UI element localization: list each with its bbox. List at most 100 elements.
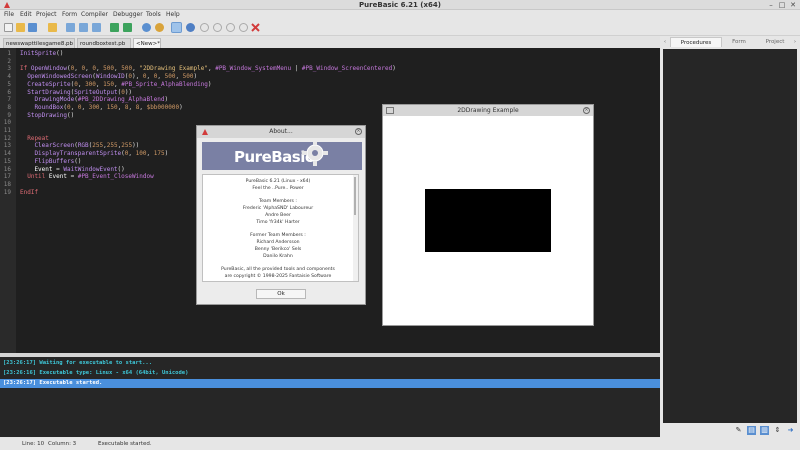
kill-program-icon[interactable] [251,23,260,32]
line-number: 7 [7,96,11,104]
about-text-line: Frederic 'AlphaSND' Laboureur [242,206,314,212]
code-token: RGB [77,142,89,150]
output-line[interactable]: [23:26:17] Waiting for executable to sta… [0,359,660,368]
close-icon[interactable]: ✕ [788,0,798,10]
menu-project[interactable]: Project [36,10,57,20]
code-token: 150 [103,80,114,88]
code-token: InitSprite [20,50,57,57]
code-token: Until [20,173,49,181]
code-token: #PB_2DDrawing_AlphaBlend [77,96,165,104]
step-icon[interactable] [186,23,195,32]
paste-icon[interactable] [92,23,101,32]
stop-icon[interactable] [171,22,182,33]
code-token: ) [164,96,169,104]
code-token: () [66,111,75,119]
code-token: , [139,103,147,111]
status-column: Column: 3 [48,441,77,447]
code-token: 175 [153,150,165,158]
title-bar: PureBasic 6.21 (x64) – □ ✕ [0,0,800,10]
line-number-gutter: 1 2 3 4 5 6 7 8 9 10 11 12 13 14 15 16 17 18 19 [0,48,16,353]
sort-icon[interactable]: ▤ [747,426,756,435]
line-number: 17 [3,173,11,181]
code-token: 255 [121,142,133,150]
step-into-icon[interactable] [226,23,235,32]
code-line[interactable]: Until Event = #PB_Event_CloseWindow [20,173,153,181]
tab-file-roundboxtest[interactable]: roundboxtest.pb [77,38,131,48]
new-file-icon[interactable] [4,23,13,32]
maximize-icon[interactable]: □ [777,0,787,10]
code-token: #PB_Window_SystemMenu [215,65,292,73]
minimize-icon[interactable]: – [766,0,776,10]
redo-icon[interactable] [123,23,132,32]
menu-file[interactable]: File [4,10,14,20]
menu-edit[interactable]: Edit [20,10,32,20]
step-out-icon[interactable] [213,23,222,32]
tab-project[interactable]: Project [760,37,790,47]
ok-button[interactable]: Ok [256,289,306,299]
menu-help[interactable]: Help [166,10,180,20]
run-to-cursor-icon[interactable] [239,23,248,32]
toolbar [0,20,800,36]
save-icon[interactable] [28,23,37,32]
code-line[interactable]: EndIf [20,189,38,197]
step-over-icon[interactable] [200,23,209,32]
compile-run-icon[interactable] [142,23,151,32]
code-token: () [117,165,125,173]
code-token: , [77,80,86,88]
about-dialog: About... × PureBasic PureBasic 6.21 (Lin… [196,125,366,305]
line-number: 9 [7,111,11,119]
code-token: OpenWindow [30,65,67,73]
undo-icon[interactable] [110,23,119,32]
menu-form[interactable]: Form [62,10,77,20]
line-number: 12 [3,134,11,142]
code-token: 100 [135,150,147,158]
code-token: EndIf [20,188,39,196]
output-line-selected[interactable]: [23:26:17] Executable started. [0,379,660,388]
output-line[interactable]: [23:26:16] Executable type: Linux - x64 … [0,369,660,378]
line-number: 4 [7,73,11,81]
code-token: StartDrawing [20,88,71,96]
file-tabs: newswapttilesgame8.pb roundboxtest.pb <N… [0,37,660,48]
code-token: 255 [106,142,118,150]
code-token: ) [392,65,396,73]
cut-icon[interactable] [66,23,75,32]
menu-tools[interactable]: Tools [146,10,161,20]
purebasic-dialog-icon [202,129,208,135]
about-text-line: Team Members : [259,199,297,205]
tools-nav-right-icon[interactable]: › [792,37,798,47]
copy-icon[interactable] [79,23,88,32]
code-line[interactable]: InitSprite() [20,50,63,58]
jump-icon[interactable]: ➜ [786,426,795,435]
code-token: 500 [121,65,133,73]
code-token: OpenWindowedScreen [20,73,93,81]
tab-form[interactable]: Form [724,37,754,47]
expand-icon[interactable]: ⇕ [773,426,782,435]
debugger-icon[interactable] [155,23,164,32]
filter-icon[interactable]: ▥ [760,426,769,435]
about-text-line: Timo 'fr34k' Harter [256,219,300,225]
about-close-icon[interactable]: × [355,128,362,135]
menu-debugger[interactable]: Debugger [113,10,143,20]
tab-file-new[interactable]: <New>* [133,38,161,48]
menu-compiler[interactable]: Compiler [81,10,108,20]
tab-file-newswapttilesgame8[interactable]: newswapttilesgame8.pb [3,38,75,48]
procedures-list[interactable] [663,49,797,423]
about-text-line: Benny 'Berikco' Sels [254,247,302,252]
tab-procedures[interactable]: Procedures [670,37,722,47]
code-token: FlipBuffers [20,157,75,165]
tools-nav-left-icon[interactable]: ‹ [662,37,668,47]
code-token: #PB_Window_ScreenCentered [301,65,393,73]
clear-icon[interactable]: ✎ [734,426,743,435]
code-token: ClearScreen [20,142,75,150]
about-text-line: Former Team Members : [250,233,306,239]
drawing-window-close-icon[interactable]: × [583,107,590,114]
about-scrollbar[interactable] [353,175,358,281]
save-all-icon[interactable] [48,23,57,32]
about-dialog-title: About... [197,126,365,138]
open-file-icon[interactable] [16,23,25,32]
about-scroll-thumb[interactable] [354,177,356,215]
code-line[interactable]: StopDrawing() [20,112,74,120]
code-token: 500 [103,65,115,73]
code-token: ) [164,150,169,158]
code-token: #PB_Sprite_AlphaBlending [121,80,208,88]
